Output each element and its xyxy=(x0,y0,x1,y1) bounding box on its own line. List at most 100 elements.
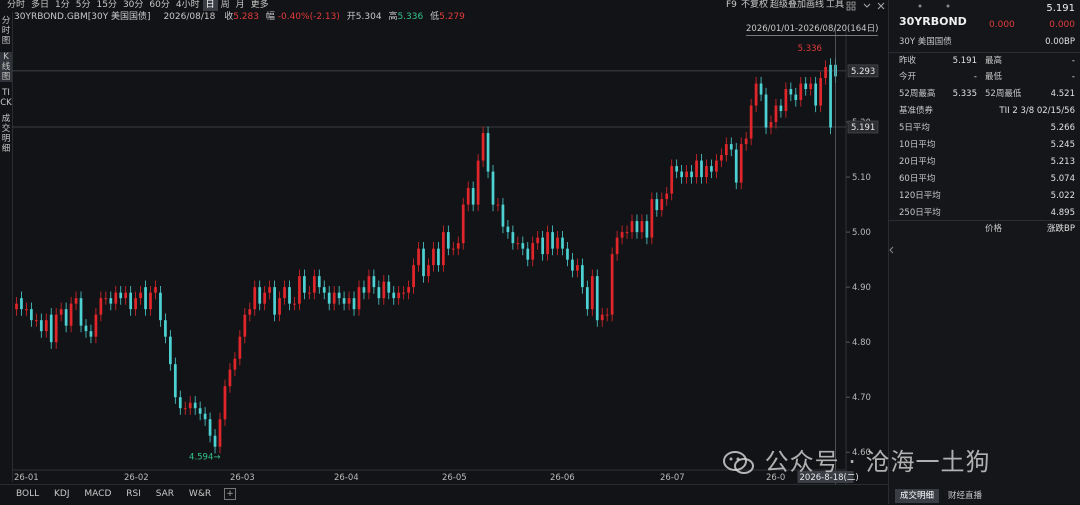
candle-body xyxy=(79,298,83,326)
alert-icon[interactable] xyxy=(943,2,953,10)
candle-body xyxy=(729,144,733,150)
period-tab[interactable]: 4小时 xyxy=(173,0,203,11)
draw-line-button[interactable]: 画线 xyxy=(806,0,824,11)
candle-body xyxy=(69,303,73,326)
candle-body xyxy=(168,336,172,365)
candle-body xyxy=(312,276,316,293)
candle-body xyxy=(442,232,445,266)
candle-body xyxy=(44,320,48,332)
candle-body xyxy=(159,292,162,321)
candle-body xyxy=(223,386,227,420)
candle-body xyxy=(178,397,182,409)
candle-body xyxy=(193,402,197,409)
grid-icon[interactable] xyxy=(846,0,856,11)
tab-kline[interactable]: K线图 xyxy=(0,52,12,82)
candle-body xyxy=(630,221,634,233)
expand-icon[interactable] xyxy=(862,0,872,11)
close-icon[interactable] xyxy=(876,0,886,11)
col-bp: 涨跌BP xyxy=(1047,224,1075,234)
candle-body xyxy=(129,292,133,310)
candle-body xyxy=(173,364,177,398)
candle-body xyxy=(809,83,813,90)
candle-body xyxy=(715,160,718,172)
candle-body xyxy=(382,281,386,299)
x-tick-label: 26-04 xyxy=(334,473,359,483)
indicator-boll[interactable]: BOLL xyxy=(10,487,45,501)
star-icon[interactable] xyxy=(915,2,925,10)
collapse-handle-icon[interactable] xyxy=(889,240,894,260)
period-tab[interactable]: 周 xyxy=(218,0,233,11)
kline-chart[interactable]: 5.205.105.004.904.804.704.605.2935.1915.… xyxy=(12,24,888,484)
candle-body xyxy=(526,248,530,260)
candle-body xyxy=(769,122,773,128)
x-tick-label: 26-02 xyxy=(124,473,149,483)
indicator-wr[interactable]: W&R xyxy=(183,487,217,501)
candle-body xyxy=(650,199,654,238)
candle-body xyxy=(293,303,296,305)
y-tick-label: 4.90 xyxy=(852,283,871,293)
no-adjust-button[interactable]: 不复权 xyxy=(741,0,768,11)
period-tab[interactable]: 分时 xyxy=(4,0,28,11)
candle-body xyxy=(824,67,827,79)
candle-body xyxy=(298,276,301,304)
x-tick-label: 26-05 xyxy=(442,473,467,483)
indicator-sar[interactable]: SAR xyxy=(150,487,180,501)
stat-label: 今开 xyxy=(899,72,917,82)
indicator-kdj[interactable]: KDJ xyxy=(48,487,76,501)
candle-body xyxy=(605,314,609,316)
candle-body xyxy=(188,402,192,409)
watermark: 公众号 · 沧海一土狗 xyxy=(722,444,1052,480)
y-tick-label: 4.70 xyxy=(852,393,871,403)
candle-body xyxy=(561,237,564,249)
candle-body xyxy=(556,237,559,249)
candle-body xyxy=(283,287,286,299)
avg-value: 4.895 xyxy=(1050,208,1075,218)
stat-row: 昨收 5.191 最高 - xyxy=(889,53,1080,69)
panel-bp: 0.00BP xyxy=(1045,37,1075,47)
period-tab[interactable]: 1分 xyxy=(52,0,73,11)
tab-trade-details[interactable]: 成交明细 xyxy=(0,114,12,154)
tab-tick[interactable]: TICK xyxy=(0,88,12,108)
avg-value: 5.022 xyxy=(1050,191,1075,201)
period-tab[interactable]: 30分 xyxy=(120,0,146,11)
candle-body xyxy=(124,292,128,299)
candle-body xyxy=(700,160,703,178)
period-tab[interactable]: 更多 xyxy=(248,0,272,11)
candle-body xyxy=(417,248,420,266)
tools-button[interactable]: 工具 xyxy=(826,0,844,11)
panel-subtitle: 30Y 美国国债 xyxy=(899,37,952,47)
avg-label: 120日平均 xyxy=(899,191,941,201)
symbol-name: 30YRBOND.GBM[30Y 美国国债] xyxy=(14,12,151,22)
candle-body xyxy=(779,105,783,112)
indicator-rsi[interactable]: RSI xyxy=(120,487,147,501)
period-tab[interactable]: 多日 xyxy=(28,0,52,11)
y-tick-label: 5.10 xyxy=(852,173,871,183)
tab-timeshare[interactable]: 分时图 xyxy=(0,16,12,46)
f9-button[interactable]: F9 xyxy=(726,0,737,11)
tab-finance-live[interactable]: 财经直播 xyxy=(943,489,987,503)
candle-body xyxy=(486,133,490,172)
period-tab[interactable]: 月 xyxy=(233,0,248,11)
low-marker-label: 4.594→ xyxy=(189,453,220,463)
candle-body xyxy=(799,83,803,101)
candle-body xyxy=(342,298,346,304)
candle-body xyxy=(451,248,455,250)
period-tab[interactable]: 60分 xyxy=(146,0,172,11)
super-overlay-button[interactable]: 超级叠加 xyxy=(770,0,806,11)
candle-body xyxy=(680,171,684,178)
candle-body xyxy=(253,287,257,310)
period-tab[interactable]: 15分 xyxy=(94,0,120,11)
add-indicator-icon[interactable]: + xyxy=(223,487,236,500)
tab-trade-details-bottom[interactable]: 成交明细 xyxy=(895,489,940,503)
candle-body xyxy=(273,287,276,315)
indicator-macd[interactable]: MACD xyxy=(78,487,117,501)
period-tab[interactable]: 日 xyxy=(202,0,218,11)
candle-body xyxy=(536,237,540,244)
kline-chart-svg[interactable]: 5.205.105.004.904.804.704.605.2935.1915.… xyxy=(12,24,888,484)
panel-change-b: 0.000 xyxy=(1049,20,1075,30)
avg-label: 5日平均 xyxy=(899,123,930,133)
period-tab[interactable]: 5分 xyxy=(73,0,94,11)
candle-body xyxy=(412,265,415,288)
candle-body xyxy=(352,298,356,310)
candle-body xyxy=(665,193,669,200)
